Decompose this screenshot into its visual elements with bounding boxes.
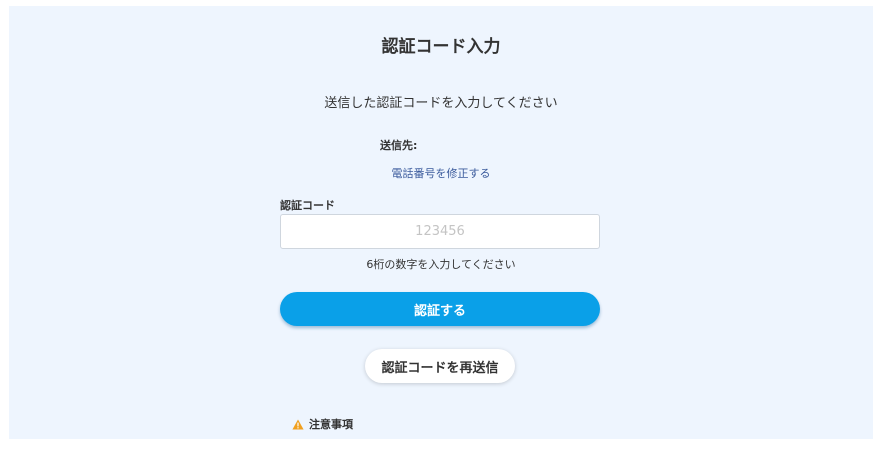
destination-label: 送信先: [380, 139, 418, 152]
notes-title: 注意事項 [309, 418, 353, 431]
page-title: 認証コード入力 [381, 37, 501, 57]
warning-icon [292, 419, 304, 429]
code-field-label: 認証コード [280, 199, 335, 212]
verification-panel: 認証コード入力 送信した認証コードを入力してください 送信先: 電話番号を修正す… [9, 6, 873, 439]
code-field-hint: 6桁の数字を入力してください [366, 258, 516, 271]
verification-code-input[interactable] [280, 214, 600, 249]
verify-button[interactable]: 認証する [280, 292, 600, 326]
instruction-text: 送信した認証コードを入力してください [324, 96, 558, 111]
edit-phone-number-link[interactable]: 電話番号を修正する [9, 165, 873, 181]
resend-code-button[interactable]: 認証コードを再送信 [365, 349, 515, 383]
notes-section: 注意事項 [292, 416, 353, 432]
